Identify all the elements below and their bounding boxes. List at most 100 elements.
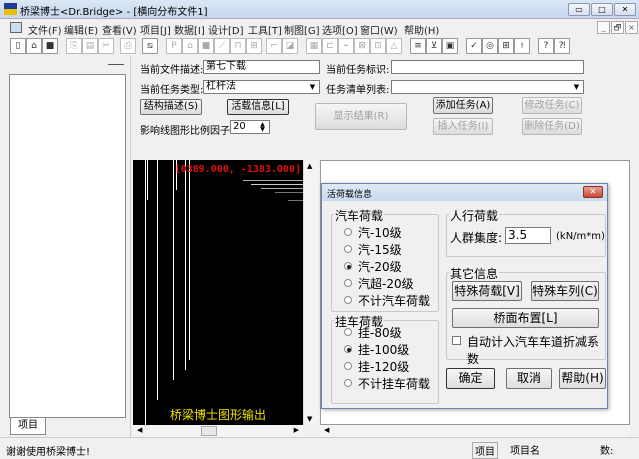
calc-icon[interactable]: ⊞ xyxy=(246,38,262,54)
cut-icon[interactable]: ✂ xyxy=(98,38,114,54)
trailer-option-label: 挂-120级 xyxy=(358,360,410,374)
auto-reduce-checkbox[interactable] xyxy=(452,336,461,345)
tool3-icon[interactable]: ⊠ xyxy=(354,38,370,54)
menu-options[interactable]: 选项[O] xyxy=(322,22,358,37)
trailer-option[interactable]: 挂-80级 xyxy=(344,324,402,341)
insert-task-button[interactable]: 插入任务(I) xyxy=(433,118,493,135)
open-icon[interactable]: ⌂ xyxy=(26,38,42,54)
live-load-button[interactable]: 活载信息[L] xyxy=(227,99,289,115)
grid-icon[interactable]: ▦ xyxy=(306,38,322,54)
tab-project[interactable]: 项目 xyxy=(10,418,46,435)
menu-edit[interactable]: 编辑(E) xyxy=(64,22,98,37)
shape-icon[interactable]: ◪ xyxy=(282,38,298,54)
file-desc-input[interactable]: 第七下载 xyxy=(203,60,320,74)
scroll-thumb[interactable] xyxy=(201,426,217,436)
trailer-option[interactable]: 不计挂车荷载 xyxy=(344,375,430,392)
task-list-select[interactable]: ▼ xyxy=(391,80,584,94)
cancel-button[interactable]: 取消 xyxy=(506,368,552,389)
copy-icon[interactable]: ⎘ xyxy=(66,38,82,54)
mdi-doc-icon[interactable] xyxy=(10,22,22,33)
radio-icon[interactable] xyxy=(344,228,352,236)
save2-icon[interactable]: ■ xyxy=(198,38,214,54)
chevron-down-icon[interactable]: ▼ xyxy=(307,82,318,92)
car-option[interactable]: 汽-15级 xyxy=(344,241,402,258)
radio-icon[interactable] xyxy=(344,379,352,387)
list-icon[interactable]: ≡ xyxy=(410,38,426,54)
add-task-button[interactable]: 添加任务(A) xyxy=(433,97,493,114)
page-icon[interactable]: P xyxy=(166,38,182,54)
menu-tools[interactable]: 工具[T] xyxy=(248,22,282,37)
tool2-icon[interactable]: ⌁ xyxy=(338,38,354,54)
prop-icon[interactable]: ⟊ xyxy=(514,38,530,54)
special-train-button[interactable]: 特殊车列(C) xyxy=(531,281,599,301)
menu-design[interactable]: 设计[D] xyxy=(208,22,244,37)
check-icon[interactable]: ⊻ xyxy=(426,38,442,54)
menu-data[interactable]: 数据[I] xyxy=(174,22,205,37)
special-load-button[interactable]: 特殊荷载[V] xyxy=(452,281,522,301)
delete-task-button[interactable]: 删除任务(D) xyxy=(522,118,582,135)
task-id-input[interactable] xyxy=(391,60,584,74)
tool5-icon[interactable]: △ xyxy=(386,38,402,54)
print-icon[interactable]: ⎙ xyxy=(120,38,136,54)
canvas-vertical-scrollbar[interactable]: ▲ ▼ xyxy=(303,160,318,425)
task-type-select[interactable]: 杠杆法 ▼ xyxy=(203,80,320,94)
struct-desc-button[interactable]: 结构描述(S) xyxy=(140,99,202,115)
crowd-density-input[interactable]: 3.5 xyxy=(505,227,551,244)
table-icon[interactable]: ⊞ xyxy=(498,38,514,54)
help-icon[interactable]: ? xyxy=(538,38,554,54)
radio-icon[interactable] xyxy=(344,279,352,287)
chevron-down-icon[interactable]: ▼ xyxy=(571,82,582,92)
show-results-button[interactable]: 显示结果(R) xyxy=(315,103,407,130)
project-tree[interactable] xyxy=(9,74,126,418)
graphics-canvas[interactable]: [0389.000, -1383.000] 桥梁博士图形输出 xyxy=(133,160,303,425)
trailer-option[interactable]: 挂-100级 xyxy=(344,341,409,358)
results-horizontal-scrollbar[interactable]: ◀ xyxy=(320,425,630,437)
menu-file[interactable]: 文件(F) xyxy=(28,22,62,37)
radio-icon[interactable] xyxy=(344,262,352,270)
help-button[interactable]: 帮助(H) xyxy=(559,368,606,389)
radio-icon[interactable] xyxy=(344,245,352,253)
panel-grip[interactable] xyxy=(108,64,124,65)
deck-layout-button[interactable]: 桥面布置[L] xyxy=(452,308,599,328)
tool1-icon[interactable]: ⊏ xyxy=(322,38,338,54)
dialog-close-button[interactable]: ✕ xyxy=(583,186,603,198)
canvas-horizontal-scrollbar[interactable]: ◀ ▶ xyxy=(133,425,303,437)
line-icon[interactable]: ⌐ xyxy=(266,38,282,54)
draw-icon[interactable]: ⟋ xyxy=(214,38,230,54)
modify-task-button[interactable]: 修改任务(C) xyxy=(522,97,582,114)
context-help-icon[interactable]: ⁈ xyxy=(554,38,570,54)
car-option[interactable]: 汽超-20级 xyxy=(344,275,414,292)
radio-icon[interactable] xyxy=(344,362,352,370)
menu-help[interactable]: 帮助(H) xyxy=(404,22,439,37)
frame-icon[interactable]: ▣ xyxy=(442,38,458,54)
menu-window[interactable]: 窗口(W) xyxy=(360,22,398,37)
menu-project[interactable]: 项目[J] xyxy=(140,22,171,37)
radio-icon[interactable] xyxy=(344,345,352,353)
car-option[interactable]: 汽-20级 xyxy=(344,258,402,275)
car-option[interactable]: 不计汽车荷载 xyxy=(344,292,430,309)
radio-icon[interactable] xyxy=(344,296,352,304)
mdi-close-button[interactable]: × xyxy=(625,21,638,34)
close-button[interactable]: ✕ xyxy=(614,3,636,16)
maximize-button[interactable]: □ xyxy=(591,3,613,16)
pen-icon[interactable]: ✓ xyxy=(466,38,482,54)
target-icon[interactable]: ◎ xyxy=(482,38,498,54)
scale-factor-spinner[interactable]: 20 ▲ ▼ xyxy=(230,120,270,134)
spin-arrows-icon[interactable]: ▲ ▼ xyxy=(257,122,268,133)
paste-icon[interactable]: ▤ xyxy=(82,38,98,54)
radio-icon[interactable] xyxy=(344,328,352,336)
trailer-option[interactable]: 挂-120级 xyxy=(344,358,409,375)
view-icon[interactable]: ⧅ xyxy=(142,38,158,54)
car-option[interactable]: 汽-10级 xyxy=(344,224,402,241)
menu-view[interactable]: 查看(V) xyxy=(102,22,137,37)
open2-icon[interactable]: ⌂ xyxy=(182,38,198,54)
new-icon[interactable]: ▯ xyxy=(10,38,26,54)
menu-drawing[interactable]: 制图[G] xyxy=(284,22,320,37)
ok-button[interactable]: 确定 xyxy=(446,368,495,389)
struct-icon[interactable]: ⊓ xyxy=(230,38,246,54)
mdi-minimize-button[interactable]: _ xyxy=(597,21,610,34)
tool4-icon[interactable]: ⊡ xyxy=(370,38,386,54)
minimize-button[interactable]: ▭ xyxy=(568,3,590,16)
mdi-restore-button[interactable]: 🗗 xyxy=(611,21,624,34)
save-icon[interactable]: ■ xyxy=(42,38,58,54)
